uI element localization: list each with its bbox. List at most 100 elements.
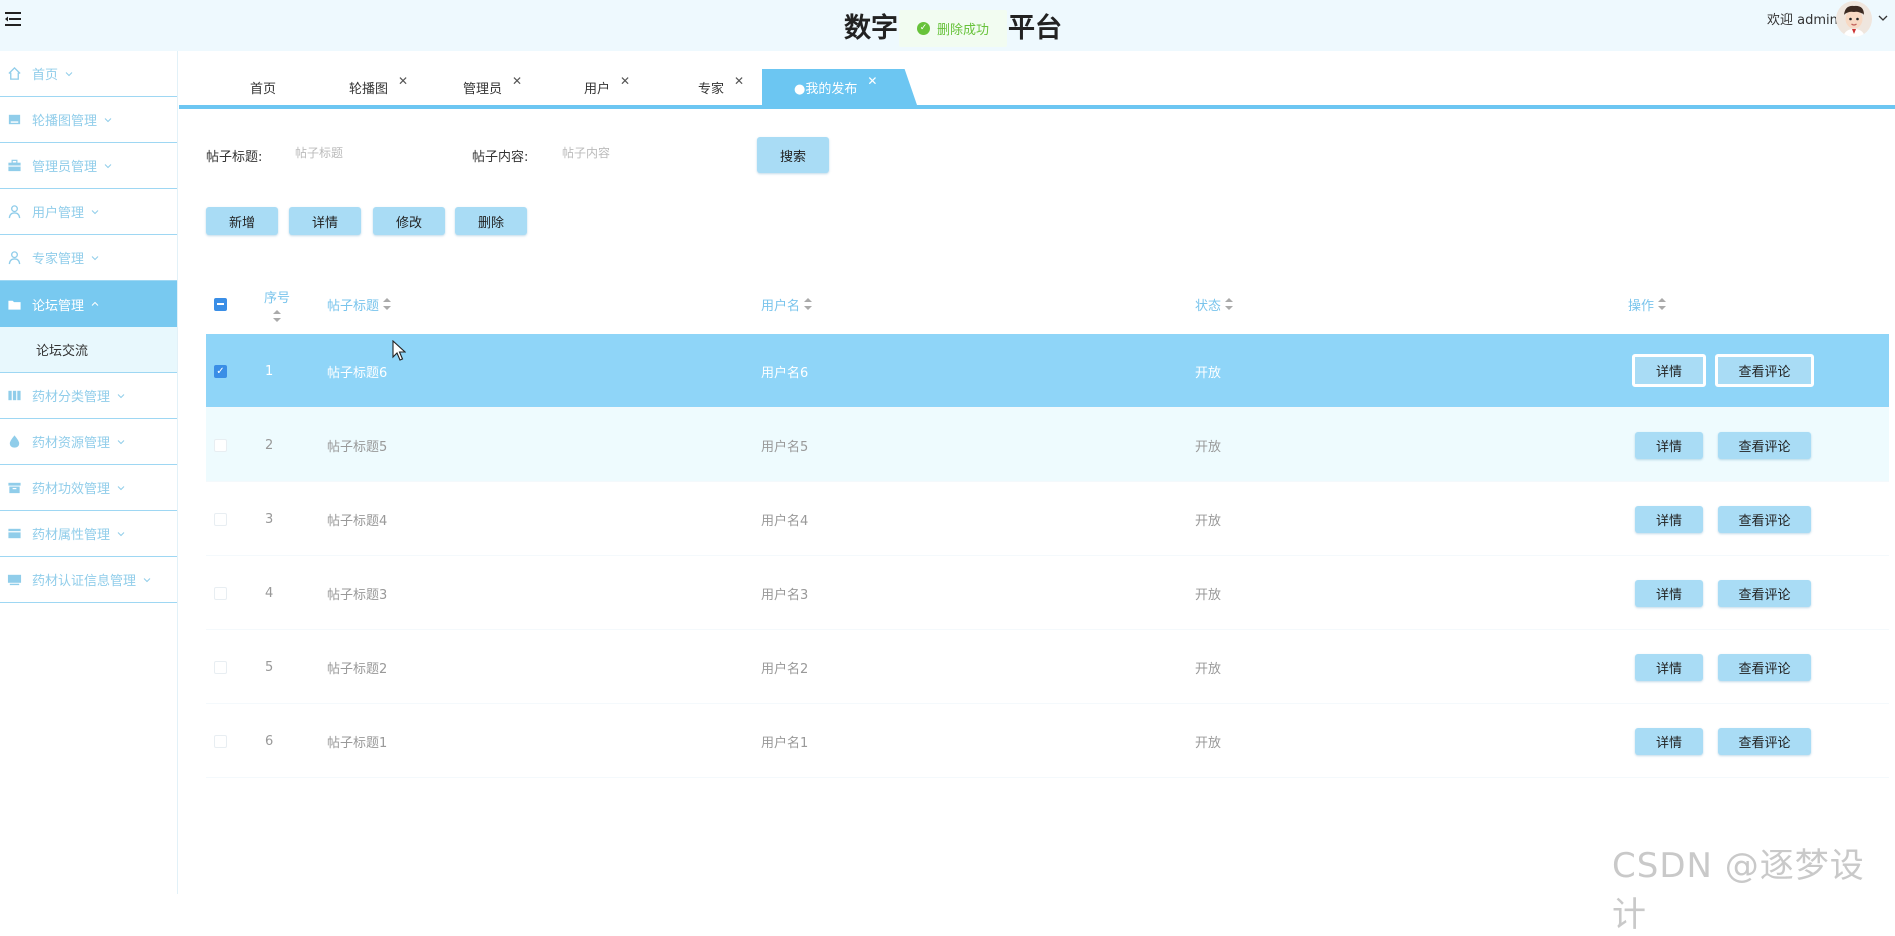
col-index[interactable]: 序号 bbox=[264, 274, 290, 334]
tab-bar: 首页 轮播图 ✕ 管理员 ✕ 用户 ✕ 专家 ✕ ●我的发布 ✕ bbox=[179, 69, 1895, 107]
close-icon[interactable]: ✕ bbox=[734, 74, 744, 88]
delete-button[interactable]: 删除 bbox=[455, 207, 527, 235]
row-title: 帖子标题1 bbox=[327, 735, 388, 751]
sidebar-item-label: 药材认证信息管理 bbox=[32, 574, 137, 589]
chevron-down-icon bbox=[143, 577, 151, 582]
search-button[interactable]: 搜索 bbox=[757, 137, 829, 173]
sidebar-item-home[interactable]: 首页 bbox=[0, 51, 177, 97]
row-username: 用户名1 bbox=[761, 735, 809, 751]
sidebar-item-label: 专家管理 bbox=[32, 252, 85, 267]
table-row[interactable]: 3 帖子标题4 用户名4 开放 详情 查看评论 bbox=[206, 482, 1889, 556]
col-title[interactable]: 帖子标题 bbox=[327, 274, 392, 334]
row-username: 用户名4 bbox=[761, 513, 809, 529]
row-detail-button[interactable]: 详情 bbox=[1632, 354, 1706, 387]
avatar[interactable] bbox=[1836, 1, 1872, 37]
chevron-down-icon bbox=[104, 163, 112, 168]
col-status-label: 状态 bbox=[1195, 298, 1222, 314]
close-icon[interactable]: ✕ bbox=[867, 74, 877, 88]
menu-toggle-icon[interactable] bbox=[5, 11, 23, 27]
sidebar-item-herb-category[interactable]: 药材分类管理 bbox=[0, 373, 177, 419]
sidebar-item-experts[interactable]: 专家管理 bbox=[0, 235, 177, 281]
box-icon bbox=[6, 480, 22, 496]
row-detail-button[interactable]: 详情 bbox=[1635, 580, 1703, 607]
folder-icon bbox=[6, 296, 22, 312]
detail-button[interactable]: 详情 bbox=[289, 207, 361, 235]
col-index-label: 序号 bbox=[264, 290, 291, 306]
row-status: 开放 bbox=[1195, 365, 1222, 381]
sidebar-item-admins[interactable]: 管理员管理 bbox=[0, 143, 177, 189]
sort-icon bbox=[804, 298, 813, 310]
sidebar-item-forum[interactable]: 论坛管理 bbox=[0, 281, 177, 327]
close-icon[interactable]: ✕ bbox=[620, 74, 630, 88]
row-comments-button[interactable]: 查看评论 bbox=[1718, 506, 1811, 533]
sidebar-item-herb-effect[interactable]: 药材功效管理 bbox=[0, 465, 177, 511]
row-comments-button[interactable]: 查看评论 bbox=[1718, 654, 1811, 681]
row-checkbox[interactable] bbox=[214, 660, 227, 674]
tab-expert[interactable]: 专家 ✕ bbox=[698, 69, 744, 105]
table-row[interactable]: ✓ 1 帖子标题6 用户名6 开放 详情 查看评论 bbox=[206, 334, 1889, 408]
close-icon[interactable]: ✕ bbox=[512, 74, 522, 88]
chevron-down-icon bbox=[91, 209, 99, 214]
success-toast: ✓ 删除成功 bbox=[899, 10, 1007, 47]
monitor-icon bbox=[6, 572, 22, 588]
col-status[interactable]: 状态 bbox=[1195, 274, 1234, 334]
row-checkbox[interactable] bbox=[214, 438, 227, 452]
watermark: CSDN @逐梦设计 bbox=[1612, 846, 1865, 935]
sidebar-item-carousel[interactable]: 轮播图管理 bbox=[0, 97, 177, 143]
row-detail-button[interactable]: 详情 bbox=[1635, 432, 1703, 459]
row-checkbox[interactable] bbox=[214, 586, 227, 600]
row-detail-button[interactable]: 详情 bbox=[1635, 728, 1703, 755]
row-title: 帖子标题6 bbox=[327, 365, 388, 381]
drop-icon bbox=[6, 434, 22, 450]
tab-admin[interactable]: 管理员 ✕ bbox=[463, 69, 522, 105]
tab-carousel[interactable]: 轮播图 ✕ bbox=[349, 69, 408, 105]
tab-label: 专家 bbox=[698, 81, 725, 97]
row-comments-button[interactable]: 查看评论 bbox=[1718, 728, 1811, 755]
row-checkbox[interactable] bbox=[214, 512, 227, 526]
select-all-checkbox[interactable] bbox=[214, 274, 227, 334]
chevron-down-icon bbox=[91, 255, 99, 260]
table-row[interactable]: 6 帖子标题1 用户名1 开放 详情 查看评论 bbox=[206, 704, 1889, 778]
row-index: 2 bbox=[265, 437, 274, 453]
tab-label: 管理员 bbox=[463, 81, 503, 97]
row-index: 4 bbox=[265, 585, 274, 601]
row-status: 开放 bbox=[1195, 513, 1222, 529]
row-username: 用户名6 bbox=[761, 365, 809, 381]
row-detail-button[interactable]: 详情 bbox=[1635, 654, 1703, 681]
tab-home[interactable]: 首页 bbox=[250, 69, 276, 105]
tab-user[interactable]: 用户 ✕ bbox=[584, 69, 630, 105]
col-title-label: 帖子标题 bbox=[327, 298, 380, 314]
table-row[interactable]: 5 帖子标题2 用户名2 开放 详情 查看评论 bbox=[206, 630, 1889, 704]
row-comments-button[interactable]: 查看评论 bbox=[1718, 432, 1811, 459]
row-comments-button[interactable]: 查看评论 bbox=[1718, 580, 1811, 607]
row-detail-button[interactable]: 详情 bbox=[1635, 506, 1703, 533]
sidebar-item-label: 药材分类管理 bbox=[32, 390, 111, 405]
row-comments-button[interactable]: 查看评论 bbox=[1715, 354, 1814, 387]
chevron-down-icon[interactable] bbox=[1876, 11, 1890, 25]
row-title: 帖子标题3 bbox=[327, 587, 388, 603]
toast-message: 删除成功 bbox=[937, 23, 990, 38]
add-button[interactable]: 新增 bbox=[206, 207, 278, 235]
sidebar-item-herb-attribute[interactable]: 药材属性管理 bbox=[0, 511, 177, 557]
col-ops[interactable]: 操作 bbox=[1628, 274, 1667, 334]
page-title-right: 平台 bbox=[1008, 13, 1062, 44]
sidebar-subitem-forum-exchange[interactable]: 论坛交流 bbox=[0, 327, 177, 373]
sidebar-item-herb-resource[interactable]: 药材资源管理 bbox=[0, 419, 177, 465]
col-username[interactable]: 用户名 bbox=[761, 274, 813, 334]
sidebar-item-users[interactable]: 用户管理 bbox=[0, 189, 177, 235]
table-row[interactable]: 4 帖子标题3 用户名3 开放 详情 查看评论 bbox=[206, 556, 1889, 630]
row-username: 用户名5 bbox=[761, 439, 809, 455]
tab-my-posts[interactable]: ●我的发布 ✕ bbox=[762, 69, 917, 105]
row-checkbox[interactable] bbox=[214, 734, 227, 748]
sidebar-item-herb-certification[interactable]: 药材认证信息管理 bbox=[0, 557, 177, 603]
chevron-down-icon bbox=[117, 393, 125, 398]
edit-button[interactable]: 修改 bbox=[373, 207, 445, 235]
table-row[interactable]: 2 帖子标题5 用户名5 开放 详情 查看评论 bbox=[206, 408, 1889, 482]
close-icon[interactable]: ✕ bbox=[398, 74, 408, 88]
post-content-input[interactable] bbox=[562, 139, 712, 167]
sort-icon bbox=[1225, 298, 1234, 310]
chevron-down-icon bbox=[104, 117, 112, 122]
post-title-input[interactable] bbox=[295, 139, 445, 167]
image-icon bbox=[6, 112, 22, 128]
row-checkbox[interactable]: ✓ bbox=[214, 364, 227, 378]
